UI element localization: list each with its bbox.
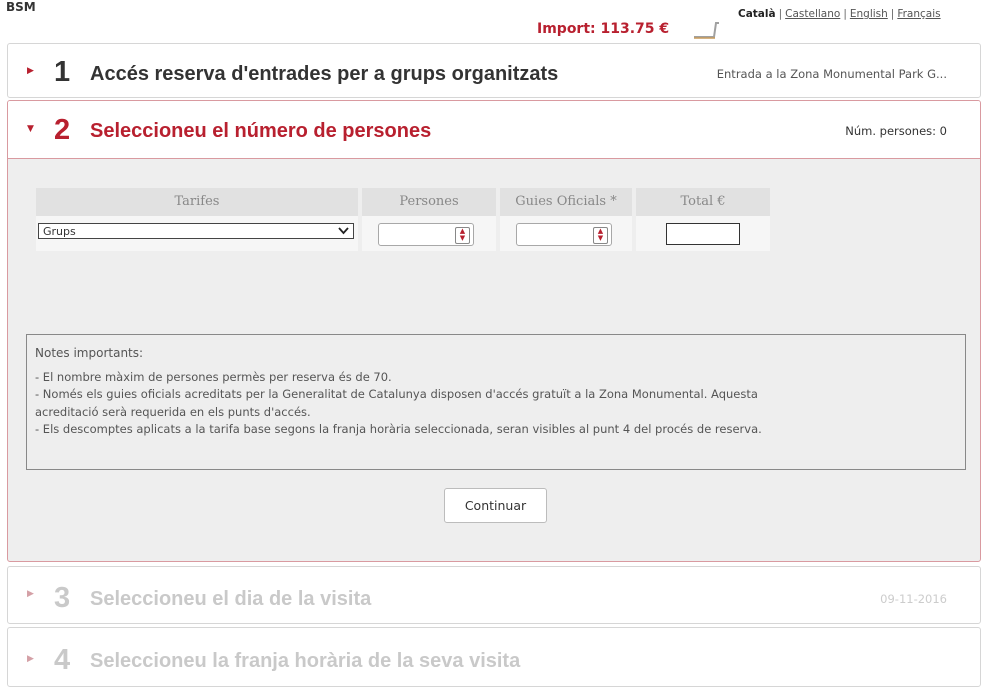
lang-separator: |: [778, 8, 783, 20]
cart-icon[interactable]: [692, 20, 720, 40]
total-field[interactable]: [666, 223, 740, 245]
import-total: Import: 113.75 €: [537, 21, 670, 37]
step-number: 1: [54, 56, 71, 88]
collapse-arrow-icon: ▼: [27, 124, 34, 134]
continue-button[interactable]: Continuar: [444, 488, 547, 523]
col-header-guies: Guies Oficials *: [500, 188, 632, 216]
step-number: 4: [54, 644, 71, 676]
expand-arrow-icon: ▶: [27, 654, 34, 664]
col-header-tarifes: Tarifes: [36, 188, 358, 216]
expand-arrow-icon: ▶: [27, 589, 34, 599]
persones-cell: ▲ ▼: [362, 216, 496, 251]
step-summary: Núm. persones: 0: [845, 124, 947, 138]
col-header-total: Total €: [636, 188, 770, 216]
spinner-arrows-icon[interactable]: ▲ ▼: [593, 227, 608, 244]
guies-cell: ▲ ▼: [500, 216, 632, 251]
lang-separator: |: [890, 8, 895, 20]
language-selector: Català | Castellano | English | Français: [738, 8, 941, 20]
important-notes: Notes importants: - El nombre màxim de p…: [26, 334, 966, 470]
chevron-down-icon: [338, 224, 349, 240]
lang-francais[interactable]: Français: [897, 8, 940, 20]
total-cell: [636, 216, 770, 251]
col-header-persones: Persones: [362, 188, 496, 216]
notes-line: - Només els guies oficials acreditats pe…: [35, 387, 758, 401]
step-4-panel[interactable]: ▶ 4 Seleccioneu la franja horària de la …: [7, 627, 981, 687]
step-title: Seleccioneu la franja horària de la seva…: [90, 650, 521, 672]
step-summary: 09-11-2016: [880, 592, 947, 606]
step-header[interactable]: ▼ 2 Seleccioneu el número de persones Nú…: [8, 101, 980, 159]
guies-stepper[interactable]: ▲ ▼: [516, 223, 612, 246]
notes-line: - Els descomptes aplicats a la tarifa ba…: [35, 422, 762, 436]
step-number: 3: [54, 582, 71, 614]
expand-arrow-icon: ▶: [27, 66, 34, 76]
lang-english[interactable]: English: [850, 8, 888, 20]
lang-castellano[interactable]: Castellano: [785, 8, 840, 20]
step-3-panel[interactable]: ▶ 3 Seleccioneu el dia de la visita 09-1…: [7, 566, 981, 624]
step-summary: Entrada a la Zona Monumental Park G...: [716, 67, 947, 81]
tarifa-select[interactable]: Grups: [38, 223, 354, 239]
step-title: Seleccioneu el dia de la visita: [90, 588, 372, 610]
lang-catala[interactable]: Català: [738, 8, 776, 20]
spinner-arrows-icon[interactable]: ▲ ▼: [455, 227, 470, 244]
notes-line: - El nombre màxim de persones permès per…: [35, 369, 392, 384]
brand-logo: BSM: [6, 0, 36, 14]
notes-title: Notes importants:: [35, 346, 144, 360]
notes-line: acreditació serà requerida en els punts …: [35, 404, 311, 419]
step-number: 2: [54, 114, 71, 146]
step-2-panel: ▼ 2 Seleccioneu el número de persones Nú…: [7, 100, 981, 562]
lang-separator: |: [843, 8, 847, 20]
step-title: Seleccioneu el número de persones: [90, 120, 432, 142]
step-title: Accés reserva d'entrades per a grups org…: [90, 63, 559, 85]
tarifa-selected-value: Grups: [43, 225, 76, 238]
step-1-panel[interactable]: ▶ 1 Accés reserva d'entrades per a grups…: [7, 43, 981, 98]
tarifa-cell: Grups: [36, 216, 358, 251]
persones-stepper[interactable]: ▲ ▼: [378, 223, 474, 246]
